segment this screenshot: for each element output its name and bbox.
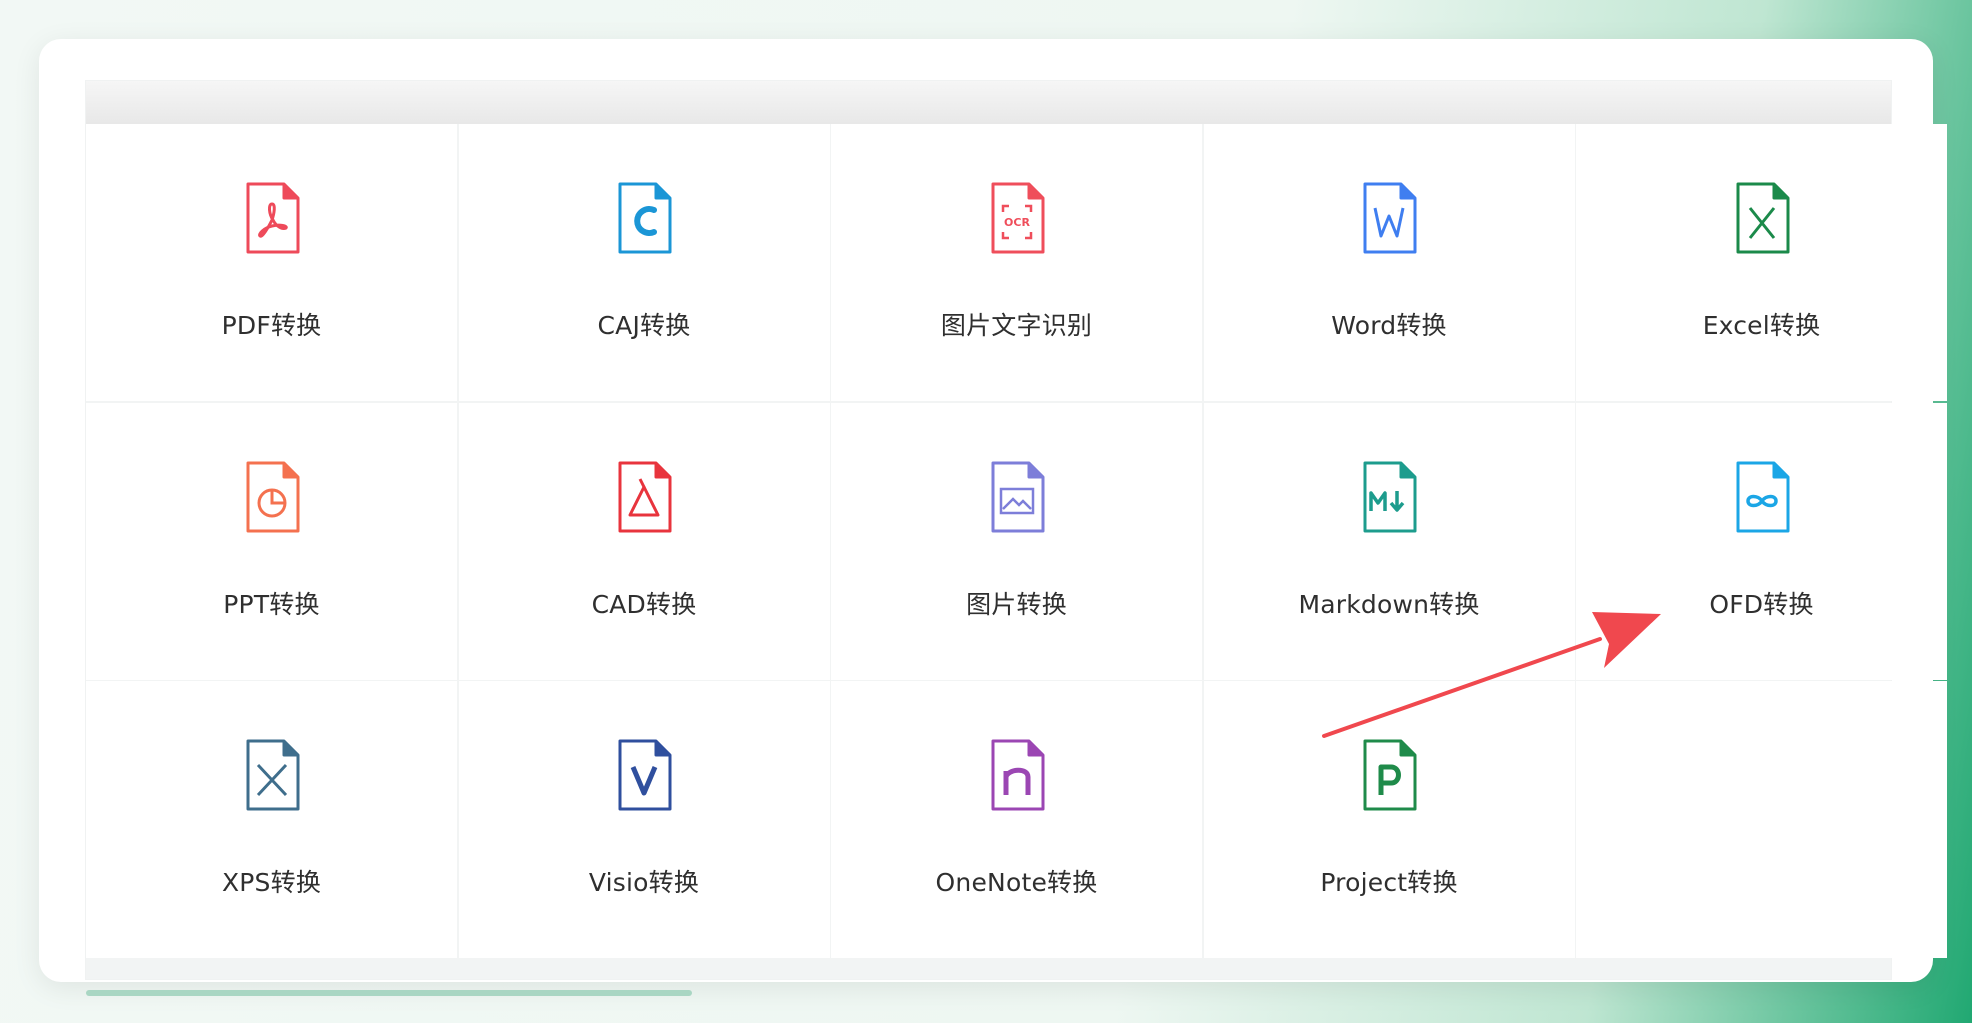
markdown-icon bbox=[1363, 461, 1417, 532]
tool-label: Markdown转换 bbox=[1298, 589, 1480, 619]
tool-label: 图片文字识别 bbox=[940, 311, 1093, 340]
ppt-icon bbox=[246, 461, 299, 532]
visio-icon bbox=[618, 739, 672, 811]
cad-icon bbox=[618, 461, 672, 532]
excel-icon bbox=[1736, 182, 1789, 254]
tool-tile-pdf[interactable]: PDF转换 bbox=[86, 124, 457, 401]
tool-label: Word转换 bbox=[1331, 311, 1447, 340]
tool-label: PDF转换 bbox=[221, 311, 322, 340]
tool-label: PPT转换 bbox=[223, 589, 320, 619]
tool-tile-xps[interactable]: XPS转换 bbox=[86, 681, 457, 958]
conversion-panel: PDF转换 CAJ转换 OCR 图片文字识别 Word转换 Excel转换 PP… bbox=[85, 80, 1947, 980]
caj-icon bbox=[618, 182, 672, 254]
tool-tile-project[interactable]: Project转换 bbox=[1203, 681, 1575, 958]
tool-label: OneNote转换 bbox=[935, 868, 1098, 897]
tool-grid: PDF转换 CAJ转换 OCR 图片文字识别 Word转换 Excel转换 PP… bbox=[86, 124, 1947, 979]
tool-label: Project转换 bbox=[1320, 868, 1458, 897]
empty-tile bbox=[1576, 681, 1947, 958]
project-icon bbox=[1363, 739, 1417, 811]
tool-tile-word[interactable]: Word转换 bbox=[1203, 124, 1575, 401]
word-icon bbox=[1363, 182, 1417, 254]
ofd-icon bbox=[1736, 461, 1789, 532]
tool-label: Excel转换 bbox=[1702, 311, 1821, 340]
tool-tile-ppt[interactable]: PPT转换 bbox=[86, 402, 457, 680]
tool-label: CAD转换 bbox=[591, 589, 697, 619]
tool-label: XPS转换 bbox=[221, 868, 322, 897]
tool-tile-cad[interactable]: CAD转换 bbox=[458, 402, 830, 680]
horizontal-scrollbar[interactable] bbox=[86, 990, 692, 996]
image-icon bbox=[991, 461, 1044, 532]
tool-tile-image[interactable]: 图片转换 bbox=[831, 402, 1202, 680]
tool-label: CAJ转换 bbox=[597, 311, 691, 340]
tool-label: OFD转换 bbox=[1709, 589, 1814, 619]
pdf-icon bbox=[246, 182, 299, 254]
tool-tile-excel[interactable]: Excel转换 bbox=[1576, 124, 1947, 401]
ocr-icon: OCR bbox=[991, 182, 1044, 254]
tool-tile-onenote[interactable]: OneNote转换 bbox=[831, 681, 1202, 958]
tool-label: Visio转换 bbox=[588, 868, 700, 897]
tool-card: PDF转换 CAJ转换 OCR 图片文字识别 Word转换 Excel转换 PP… bbox=[39, 39, 1947, 982]
svg-text:OCR: OCR bbox=[1004, 216, 1030, 229]
onenote-icon bbox=[991, 739, 1044, 811]
tool-tile-ofd[interactable]: OFD转换 bbox=[1576, 402, 1947, 680]
tool-tile-markdown[interactable]: Markdown转换 bbox=[1203, 402, 1575, 680]
panel-header-bar bbox=[86, 81, 1891, 124]
tool-tile-ocr[interactable]: OCR 图片文字识别 bbox=[831, 124, 1202, 401]
tool-tile-visio[interactable]: Visio转换 bbox=[458, 681, 830, 958]
xps-icon bbox=[246, 739, 299, 811]
tool-label: 图片转换 bbox=[966, 589, 1067, 619]
tool-tile-caj[interactable]: CAJ转换 bbox=[458, 124, 830, 401]
